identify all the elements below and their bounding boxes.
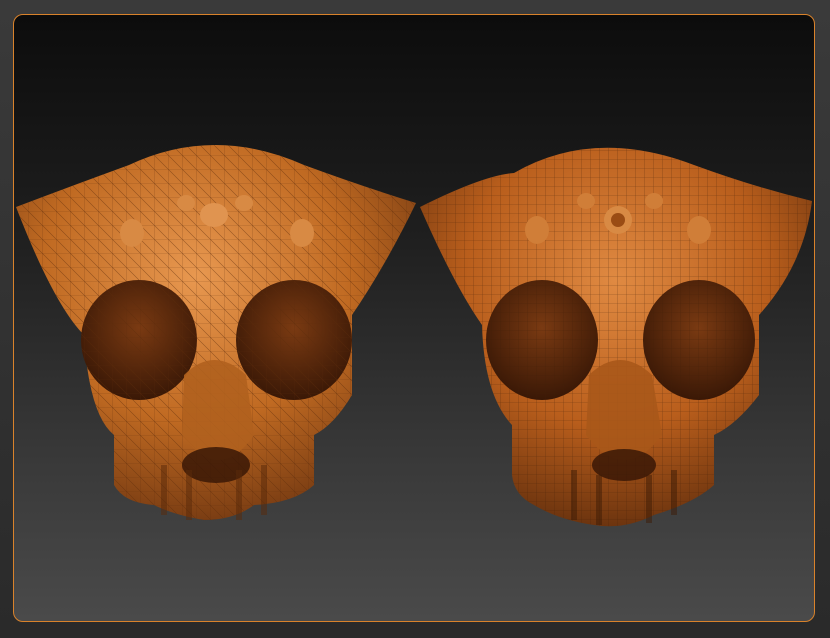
skull-model-left[interactable] xyxy=(16,145,416,520)
app-frame xyxy=(0,0,830,638)
3d-viewport[interactable] xyxy=(13,14,815,622)
skull-model-right[interactable] xyxy=(420,147,812,527)
viewport-canvas[interactable] xyxy=(14,15,814,621)
